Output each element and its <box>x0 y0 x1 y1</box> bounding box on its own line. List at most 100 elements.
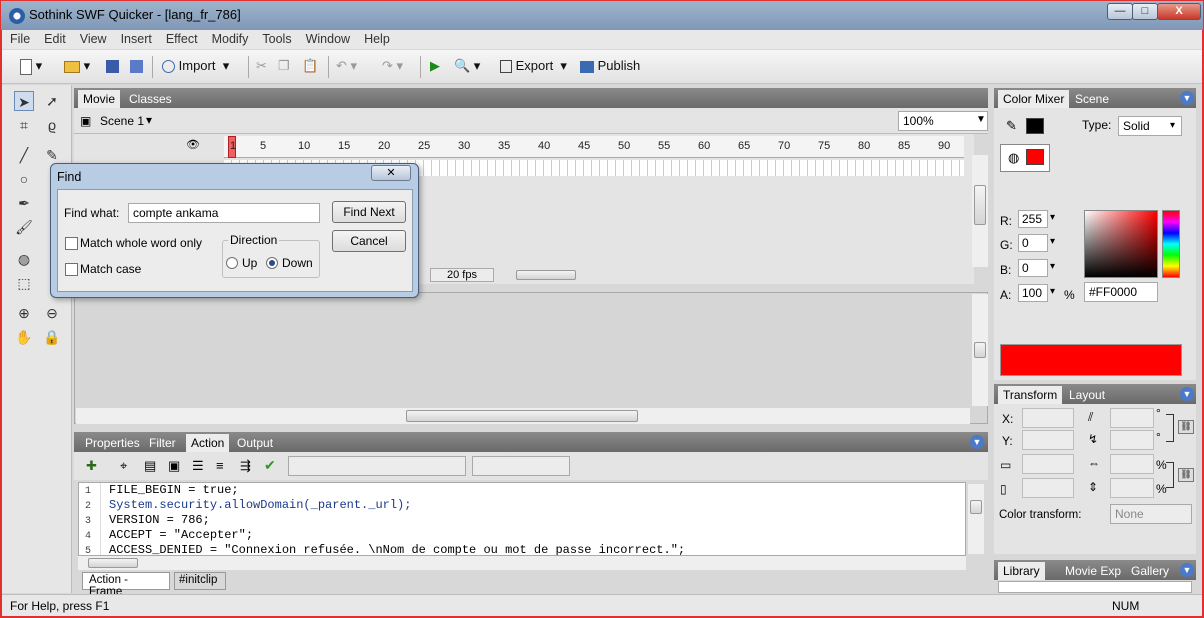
match-whole-word-checkbox[interactable] <box>65 237 78 250</box>
tab-movie-explorer[interactable]: Movie Exp <box>1060 562 1130 580</box>
check-syntax-icon[interactable]: ✔ <box>264 457 276 474</box>
tab-layout[interactable]: Layout <box>1064 386 1110 404</box>
close-button[interactable]: X <box>1157 3 1201 20</box>
preview-icon[interactable]: 🔍 ▾ <box>454 58 480 76</box>
publish-button[interactable]: Publish <box>580 58 640 76</box>
width-input[interactable] <box>1022 454 1074 474</box>
chevron-down-icon[interactable]: ▾ <box>1170 120 1175 131</box>
stage-canvas[interactable] <box>74 292 988 424</box>
menu-help[interactable]: Help <box>356 30 396 46</box>
chevron-down-icon[interactable]: ▾ <box>146 113 152 127</box>
height-input[interactable] <box>1022 478 1074 498</box>
r-input[interactable]: 255 <box>1018 210 1048 228</box>
cancel-button[interactable]: Cancel <box>332 230 406 252</box>
chevron-down-icon[interactable]: ▾ <box>1050 212 1055 223</box>
tab-library[interactable]: Library <box>998 562 1045 580</box>
menu-view[interactable]: View <box>72 30 113 46</box>
skew-y-input[interactable] <box>1110 430 1154 450</box>
lock-ratio-icon[interactable]: ⛓ <box>1178 420 1194 434</box>
x-input[interactable] <box>1022 408 1074 428</box>
zoom-select[interactable]: 100% <box>898 111 988 131</box>
pencil-tool-icon[interactable]: ✎ <box>42 145 62 165</box>
scale-w-input[interactable] <box>1110 454 1154 474</box>
menu-edit[interactable]: Edit <box>36 30 72 46</box>
find-icon[interactable]: ⌖ <box>120 458 127 474</box>
zoom-out-icon[interactable]: ⊖ <box>42 303 62 323</box>
add-action-icon[interactable]: ✚ <box>86 458 97 474</box>
panel-menu-icon[interactable]: ▼ <box>970 435 984 449</box>
save-all-icon[interactable] <box>130 58 143 76</box>
copy-icon[interactable]: ❐ <box>278 58 290 76</box>
menu-file[interactable]: File <box>2 30 36 46</box>
find-what-input[interactable]: compte ankama <box>128 203 320 223</box>
lock-tool-icon[interactable]: 🔒 <box>42 327 62 347</box>
menu-modify[interactable]: Modify <box>204 30 255 46</box>
tab-properties[interactable]: Properties <box>80 434 145 452</box>
ellipse-tool-icon[interactable]: ○ <box>14 169 34 189</box>
export-button[interactable]: Export ▾ <box>500 58 567 76</box>
chevron-down-icon[interactable]: ▾ <box>1050 236 1055 247</box>
lock-scale-icon[interactable]: ⛓ <box>1178 468 1194 482</box>
maximize-button[interactable]: □ <box>1132 3 1158 20</box>
stage-vscroll[interactable] <box>972 294 988 406</box>
comment-icon[interactable]: ⇶ <box>240 458 251 474</box>
pen-tool-icon[interactable]: ✒ <box>14 193 34 213</box>
menu-insert[interactable]: Insert <box>113 30 158 46</box>
cut-icon[interactable]: ✂ <box>256 58 267 76</box>
menu-effect[interactable]: Effect <box>158 30 204 46</box>
menu-window[interactable]: Window <box>298 30 356 46</box>
redo-icon[interactable]: ↷ ▾ <box>382 58 403 76</box>
library-list[interactable] <box>998 581 1192 593</box>
timeline-vscroll[interactable] <box>972 155 988 267</box>
code-hscroll[interactable] <box>78 556 966 570</box>
down-radio[interactable] <box>266 257 278 269</box>
tab-action-frame[interactable]: Action - Frame <box>82 572 170 598</box>
hand-tool-icon[interactable]: ✋ <box>14 327 34 347</box>
timeline-hscroll[interactable] <box>512 270 576 280</box>
hue-slider[interactable] <box>1162 210 1180 278</box>
insert-target-icon[interactable]: ▣ <box>168 458 180 474</box>
paste-icon[interactable]: 📋 <box>302 58 318 76</box>
format-icon[interactable]: ☰ <box>192 458 204 474</box>
panel-menu-icon[interactable]: ▼ <box>1180 91 1194 105</box>
code-editor[interactable]: 1 FILE_BEGIN = true; 2 System.security.a… <box>78 482 966 556</box>
undo-icon[interactable]: ↶ ▾ <box>336 58 357 76</box>
tab-color-mixer[interactable]: Color Mixer <box>998 90 1070 108</box>
action-select-1[interactable] <box>288 456 466 476</box>
gradient-transform-icon[interactable]: ⬚ <box>14 273 34 293</box>
minimize-button[interactable]: — <box>1107 3 1133 20</box>
subselect-tool-icon[interactable]: ➚ <box>42 91 62 111</box>
find-next-button[interactable]: Find Next <box>332 201 406 223</box>
color-transform-select[interactable]: None <box>1110 504 1192 524</box>
save-icon[interactable] <box>106 58 119 76</box>
scale-h-input[interactable] <box>1110 478 1154 498</box>
menu-tools[interactable]: Tools <box>254 30 297 46</box>
stroke-color-swatch[interactable] <box>1026 118 1044 134</box>
brush-tool-icon[interactable]: 🖌 <box>14 217 34 237</box>
action-select-2[interactable] <box>472 456 570 476</box>
tab-scene[interactable]: Scene <box>1070 90 1114 108</box>
alpha-input[interactable]: 100 <box>1018 284 1048 302</box>
transform-tool-icon[interactable]: ⌗ <box>14 115 34 135</box>
tab-transform[interactable]: Transform <box>998 386 1063 404</box>
match-case-checkbox[interactable] <box>65 263 78 276</box>
g-input[interactable]: 0 <box>1018 234 1048 252</box>
play-icon[interactable]: ▶ <box>430 58 440 76</box>
import-button[interactable]: Import ▾ <box>162 58 229 76</box>
b-input[interactable]: 0 <box>1018 259 1048 277</box>
tab-output[interactable]: Output <box>232 434 278 452</box>
hex-input[interactable]: #FF0000 <box>1084 282 1158 302</box>
zoom-dropdown-icon[interactable]: ▼ <box>976 114 986 125</box>
indent-icon[interactable]: ≡ <box>216 458 224 473</box>
tab-filter[interactable]: Filter <box>144 434 181 452</box>
chevron-down-icon[interactable]: ▾ <box>1050 261 1055 272</box>
skew-x-input[interactable] <box>1110 408 1154 428</box>
eye-icon[interactable]: 👁 <box>186 138 200 151</box>
y-input[interactable] <box>1022 430 1074 450</box>
color-picker-field[interactable] <box>1084 210 1158 278</box>
tab-classes[interactable]: Classes <box>124 90 177 108</box>
tab-initclip[interactable]: #initclip <box>174 572 226 590</box>
up-radio[interactable] <box>226 257 238 269</box>
paint-bucket-icon[interactable]: ◍ <box>14 249 34 269</box>
open-folder-icon[interactable]: ▾ <box>64 58 90 76</box>
